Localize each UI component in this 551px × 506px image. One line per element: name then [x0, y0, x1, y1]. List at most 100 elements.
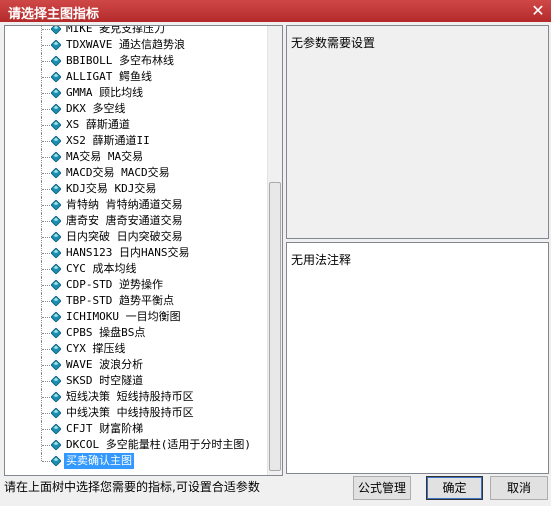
tree-item-label: BBIBOLL 多空布林线: [66, 54, 174, 67]
tree-connector: [42, 285, 50, 286]
indicator-gem-icon: [51, 26, 61, 34]
tree-item-label: DKX 多空线: [66, 102, 126, 115]
tree-item-label: HANS123 日内HANS交易: [66, 246, 190, 259]
formula-manage-button[interactable]: 公式管理: [353, 476, 411, 500]
tree-connector: [42, 77, 50, 78]
indicator-gem-icon: [51, 136, 61, 146]
tree-item[interactable]: CYC 成本均线: [5, 261, 268, 277]
indicator-gem-icon: [51, 456, 61, 466]
tree-item-label: 短线决策 短线持股持币区: [66, 390, 194, 403]
tree-item[interactable]: 买卖确认主图: [5, 453, 268, 469]
tree-item[interactable]: 中线决策 中线持股持币区: [5, 405, 268, 421]
tree-connector: [42, 429, 50, 430]
indicator-gem-icon: [51, 376, 61, 386]
tree-connector: [42, 333, 50, 334]
tree-scrollbar[interactable]: [267, 26, 282, 475]
tree-item[interactable]: ALLIGAT 鳄鱼线: [5, 69, 268, 85]
tree-item[interactable]: HANS123 日内HANS交易: [5, 245, 268, 261]
indicator-gem-icon: [51, 440, 61, 450]
tree-item[interactable]: ICHIMOKU 一目均衡图: [5, 309, 268, 325]
tree-item-label: MA交易 MA交易: [66, 150, 144, 163]
tree-item[interactable]: CFJT 财富阶梯: [5, 421, 268, 437]
indicator-gem-icon: [51, 360, 61, 370]
indicator-gem-icon: [51, 152, 61, 162]
tree-connector: [42, 413, 50, 414]
ok-button[interactable]: 确定: [426, 476, 483, 500]
tree-item[interactable]: CPBS 操盘BS点: [5, 325, 268, 341]
title-bar[interactable]: 请选择主图指标 ✕: [0, 0, 551, 22]
tree-item-label: DKCOL 多空能量柱(适用于分时主图): [66, 438, 251, 451]
tree-connector: [42, 445, 50, 446]
tree-connector: [42, 397, 50, 398]
indicator-gem-icon: [51, 232, 61, 242]
tree-item[interactable]: MA交易 MA交易: [5, 149, 268, 165]
tree-item-label: 中线决策 中线持股持币区: [66, 406, 194, 419]
params-text: 无参数需要设置: [291, 36, 376, 50]
tree-item[interactable]: CDP-STD 逆势操作: [5, 277, 268, 293]
indicator-dialog: 请选择主图指标 ✕ MIKE 麦克支撑压力 TDXWAVE 通达信趋势浪 BBIBO…: [0, 0, 551, 506]
tree-item-label: CYX 撑压线: [66, 342, 126, 355]
tree-item[interactable]: TDXWAVE 通达信趋势浪: [5, 37, 268, 53]
tree-item[interactable]: BBIBOLL 多空布林线: [5, 53, 268, 69]
tree-connector: [42, 461, 50, 462]
tree-item[interactable]: XS 薛斯通道: [5, 117, 268, 133]
tree-item[interactable]: DKCOL 多空能量柱(适用于分时主图): [5, 437, 268, 453]
tree-item-label: 唐奇安 唐奇安通道交易: [66, 214, 183, 227]
tree-item-label: CYC 成本均线: [66, 262, 137, 275]
indicator-gem-icon: [51, 312, 61, 322]
tree-item-label: 日内突破 日内突破交易: [66, 230, 183, 243]
tree-connector: [42, 141, 50, 142]
tree-item[interactable]: 日内突破 日内突破交易: [5, 229, 268, 245]
tree-item-label: ICHIMOKU 一目均衡图: [66, 310, 181, 323]
tree-connector: [42, 237, 50, 238]
cancel-button[interactable]: 取消: [490, 476, 548, 500]
tree-item[interactable]: MIKE 麦克支撑压力: [5, 25, 268, 37]
tree-connector: [42, 301, 50, 302]
tree-item-label: CFJT 财富阶梯: [66, 422, 144, 435]
tree-item[interactable]: XS2 薛斯通道II: [5, 133, 268, 149]
tree-connector: [42, 349, 50, 350]
tree-item-label: CDP-STD 逆势操作: [66, 278, 163, 291]
tree-item[interactable]: SKSD 时空隧道: [5, 373, 268, 389]
tree-connector: [42, 365, 50, 366]
scrollbar-thumb[interactable]: [269, 182, 281, 471]
tree-item[interactable]: CYX 撑压线: [5, 341, 268, 357]
tree-connector: [42, 253, 50, 254]
tree-item[interactable]: DKX 多空线: [5, 101, 268, 117]
tree-item[interactable]: 肯特纳 肯特纳通道交易: [5, 197, 268, 213]
indicator-gem-icon: [51, 88, 61, 98]
tree-item[interactable]: 唐奇安 唐奇安通道交易: [5, 213, 268, 229]
tree-connector: [42, 381, 50, 382]
tree-item-label: SKSD 时空隧道: [66, 374, 144, 387]
indicator-gem-icon: [51, 424, 61, 434]
indicator-gem-icon: [51, 296, 61, 306]
indicator-gem-icon: [51, 40, 61, 50]
tree-item-label: 肯特纳 肯特纳通道交易: [66, 198, 183, 211]
tree-item-label: CPBS 操盘BS点: [66, 326, 146, 339]
tree-connector: [42, 173, 50, 174]
tree-item-label: TDXWAVE 通达信趋势浪: [66, 38, 185, 51]
tree-item[interactable]: GMMA 顾比均线: [5, 85, 268, 101]
tree-item-label: MIKE 麦克支撑压力: [66, 25, 166, 35]
indicator-gem-icon: [51, 200, 61, 210]
tree-connector: [42, 29, 50, 30]
indicator-tree[interactable]: MIKE 麦克支撑压力 TDXWAVE 通达信趋势浪 BBIBOLL 多空布林线 AL…: [4, 25, 283, 476]
tree-item[interactable]: MACD交易 MACD交易: [5, 165, 268, 181]
tree-item[interactable]: TBP-STD 趋势平衡点: [5, 293, 268, 309]
tree-item-label: TBP-STD 趋势平衡点: [66, 294, 174, 307]
tree-item-label: GMMA 顾比均线: [66, 86, 144, 99]
tree-connector: [42, 269, 50, 270]
tree-item-label: KDJ交易 KDJ交易: [66, 182, 157, 195]
indicator-gem-icon: [51, 104, 61, 114]
tree-connector: [42, 189, 50, 190]
notes-panel[interactable]: 无用法注释: [286, 242, 549, 474]
tree-item[interactable]: 短线决策 短线持股持币区: [5, 389, 268, 405]
status-text: 请在上面树中选择您需要的指标,可设置合适参数: [4, 480, 260, 494]
close-button[interactable]: ✕: [529, 2, 547, 19]
params-panel: 无参数需要设置: [286, 25, 549, 239]
indicator-gem-icon: [51, 120, 61, 130]
tree-item[interactable]: WAVE 波浪分析: [5, 357, 268, 373]
tree-item-label: XS 薛斯通道: [66, 118, 130, 131]
tree-item[interactable]: KDJ交易 KDJ交易: [5, 181, 268, 197]
tree-item-label: MACD交易 MACD交易: [66, 166, 170, 179]
